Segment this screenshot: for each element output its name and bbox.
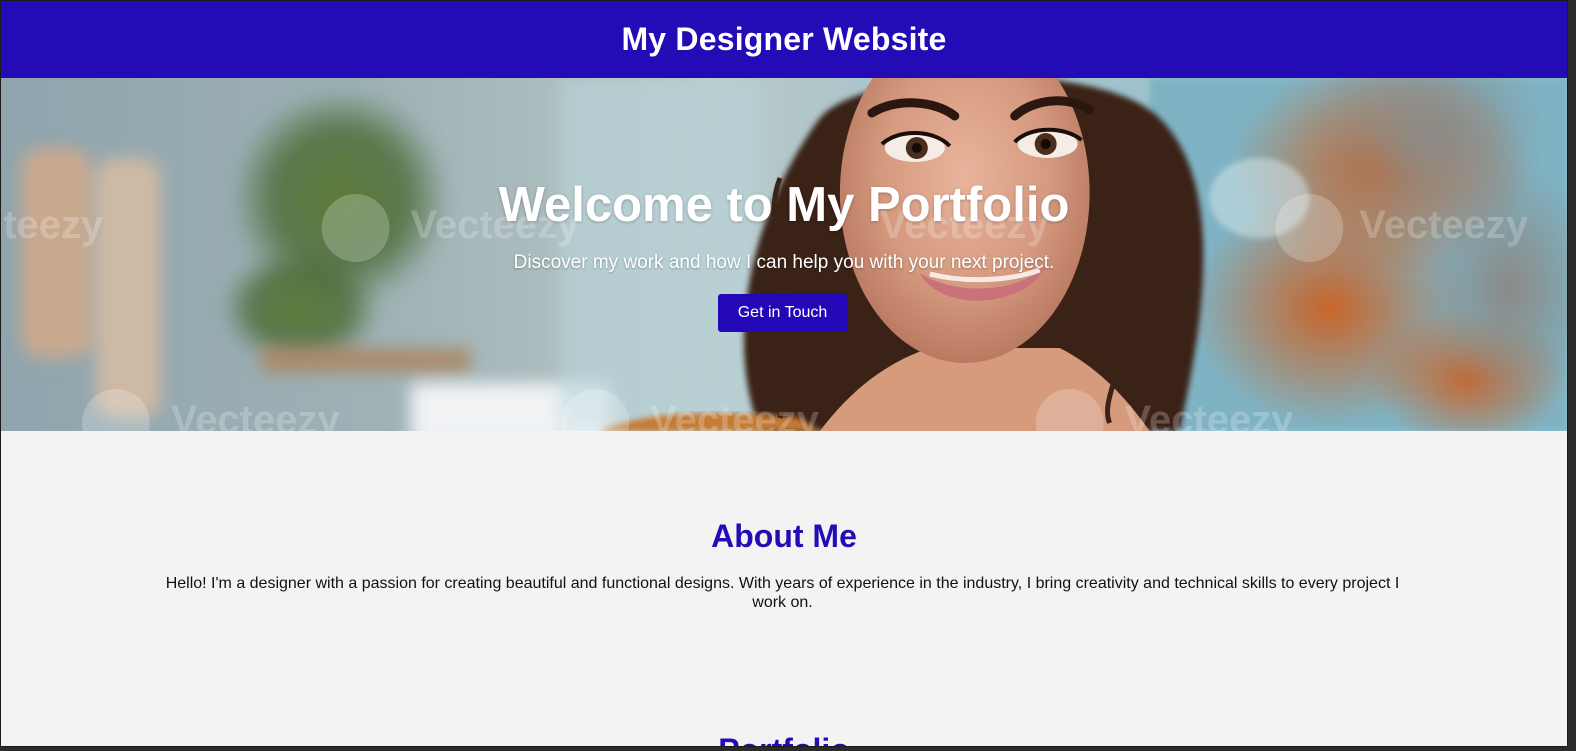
hero-content: Welcome to My Portfolio Discover my work…: [1, 78, 1567, 431]
about-text: Hello! I'm a designer with a passion for…: [165, 575, 1400, 611]
hero-section: cteezy Vecteezy Vecteezy Vecteezy Vectee…: [1, 78, 1567, 431]
about-section: About Me Hello! I'm a designer with a pa…: [1, 431, 1567, 701]
browser-viewport: My Designer Website teezy Vecteezy Vecte…: [0, 0, 1568, 747]
site-header: My Designer Website: [1, 1, 1567, 78]
get-in-touch-button[interactable]: Get in Touch: [718, 294, 847, 332]
hero-subheading: Discover my work and how I can help you …: [513, 252, 1055, 273]
portfolio-section: Portfolio: [1, 701, 1567, 746]
portfolio-heading: Portfolio: [1, 731, 1567, 746]
about-heading: About Me: [711, 518, 857, 554]
site-title: My Designer Website: [621, 21, 947, 57]
hero-heading: Welcome to My Portfolio: [498, 178, 1070, 232]
